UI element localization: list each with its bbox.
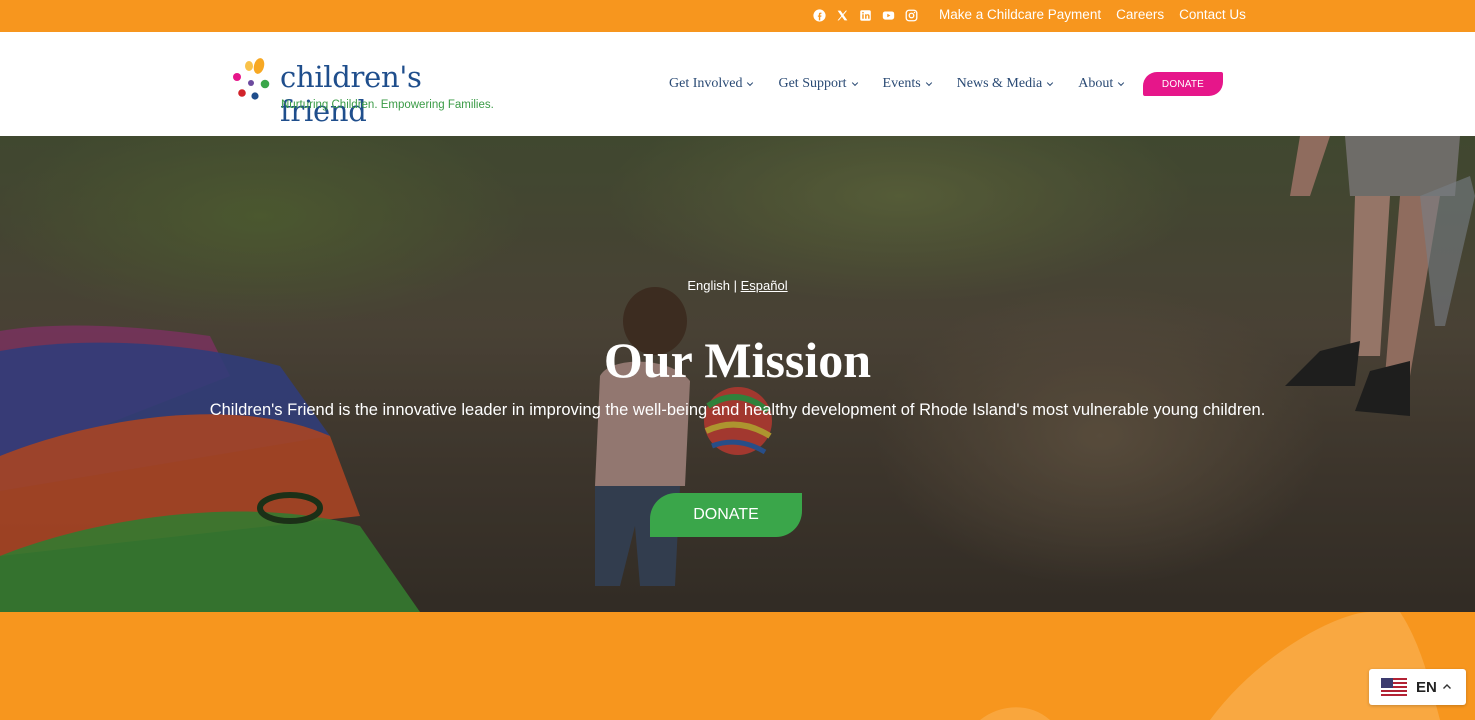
instagram-icon[interactable] [904,8,918,22]
facebook-icon[interactable] [812,8,826,22]
site-header: children's friend Nurturing Children. Em… [0,32,1475,136]
us-flag-icon [1381,678,1407,696]
site-logo[interactable]: children's friend Nurturing Children. Em… [229,54,499,128]
lang-english-link[interactable]: English [687,278,730,293]
nav-label: Events [882,76,921,91]
brand-name: children's friend [280,60,422,128]
nav-get-support[interactable]: Get Support [778,76,858,92]
lang-separator: | [733,278,738,293]
youtube-icon[interactable] [881,8,895,22]
language-code: EN [1416,678,1437,696]
social-links [812,8,918,22]
mission-statement: Children's Friend is the innovative lead… [209,401,1266,419]
nav-get-involved[interactable]: Get Involved [669,76,754,92]
header-donate-button[interactable]: DONATE [1143,72,1223,96]
language-switch: English | Español [0,278,1475,293]
careers-link[interactable]: Careers [1116,7,1164,23]
linkedin-icon[interactable] [858,8,872,22]
nav-events[interactable]: Events [883,76,933,92]
decorative-shapes [980,612,1440,720]
hero-banner: English | Español Our Mission Children's… [0,136,1475,612]
chevron-up-icon [1442,684,1451,689]
x-twitter-icon[interactable] [835,8,849,22]
chevron-down-icon [851,82,858,87]
language-selector[interactable]: EN [1369,669,1466,705]
contact-us-link[interactable]: Contact Us [1179,7,1246,23]
lang-spanish-link[interactable]: Español [741,278,788,293]
hero-donate-button[interactable]: DONATE [650,493,802,537]
nav-label: Get Support [778,76,847,91]
nav-label: News & Media [956,76,1043,91]
orange-section [0,612,1475,720]
nav-about[interactable]: About [1078,76,1125,92]
chevron-down-icon [925,82,932,87]
brand-tagline: Nurturing Children. Empowering Families. [281,99,494,111]
logo-dots-icon [233,58,270,100]
utility-links: Make a Childcare Payment Careers Contact… [939,7,1246,23]
main-nav: Get Involved Get Support Events News & M… [669,76,1149,92]
hero-title: Our Mission [603,332,872,388]
chevron-down-icon [1118,82,1125,87]
nav-label: About [1078,76,1114,91]
top-utility-bar: Make a Childcare Payment Careers Contact… [0,0,1475,32]
chevron-down-icon [1047,82,1054,87]
nav-label: Get Involved [669,76,743,91]
chevron-down-icon [747,82,754,87]
childcare-payment-link[interactable]: Make a Childcare Payment [939,7,1101,23]
nav-news-media[interactable]: News & Media [957,76,1055,92]
